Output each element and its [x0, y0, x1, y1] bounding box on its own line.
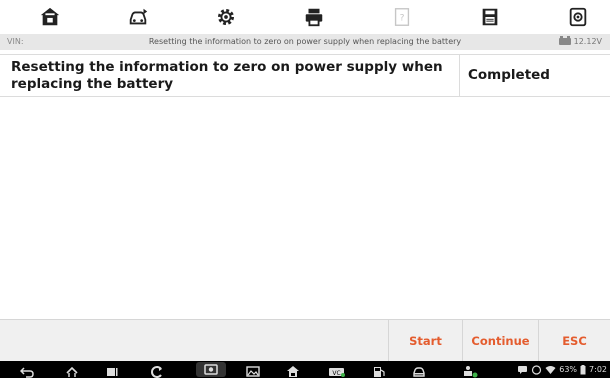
- recent-apps-icon[interactable]: [105, 363, 119, 376]
- voltage-indicator: 12.12V: [558, 36, 602, 46]
- result-item-label: Resetting the information to zero on pow…: [11, 59, 443, 92]
- back-icon[interactable]: [19, 363, 34, 378]
- continue-button[interactable]: Continue: [462, 320, 538, 361]
- gallery-icon[interactable]: [246, 363, 260, 377]
- battery-icon: [580, 364, 586, 374]
- action-bar: Start Continue ESC: [0, 319, 610, 361]
- screenshot-icon[interactable]: [566, 5, 590, 29]
- subheader-bar: VIN: Resetting the information to zero o…: [0, 34, 610, 50]
- column-divider: [459, 55, 460, 96]
- svg-text:VC: VC: [332, 370, 340, 377]
- settings-icon[interactable]: [214, 5, 238, 29]
- result-row: Resetting the information to zero on pow…: [0, 54, 610, 97]
- vehicle-swap-icon[interactable]: [126, 5, 150, 29]
- clock-time: 7:02: [589, 365, 607, 374]
- top-toolbar: ?: [0, 0, 610, 34]
- refresh-icon[interactable]: [150, 363, 164, 378]
- help-icon: ?: [390, 5, 414, 29]
- status-area: 63% 7:02: [517, 363, 607, 376]
- page-title: Resetting the information to zero on pow…: [148, 37, 462, 46]
- message-icon: [518, 365, 528, 374]
- alarm-icon: [532, 364, 542, 375]
- print-icon[interactable]: [302, 5, 326, 29]
- vci-icon[interactable]: VC: [328, 363, 346, 377]
- home-app-icon[interactable]: [286, 363, 300, 377]
- voltage-value: 12.12V: [573, 37, 602, 46]
- home-nav-icon[interactable]: [65, 363, 79, 377]
- car-icon[interactable]: [412, 363, 426, 377]
- home-icon[interactable]: [38, 5, 62, 29]
- start-button[interactable]: Start: [388, 320, 462, 361]
- network-icon[interactable]: [462, 363, 478, 378]
- save-icon[interactable]: [478, 5, 502, 29]
- svg-text:?: ?: [400, 13, 405, 24]
- esc-button[interactable]: ESC: [538, 320, 610, 361]
- system-nav-bar: VC 63% 7:02: [0, 361, 610, 378]
- camera-icon[interactable]: [196, 362, 226, 377]
- battery-percent: 63%: [559, 365, 578, 374]
- fuel-icon[interactable]: [372, 363, 386, 377]
- car-battery-icon: [558, 36, 571, 45]
- wifi-icon: [545, 365, 556, 374]
- result-status: Completed: [468, 67, 550, 83]
